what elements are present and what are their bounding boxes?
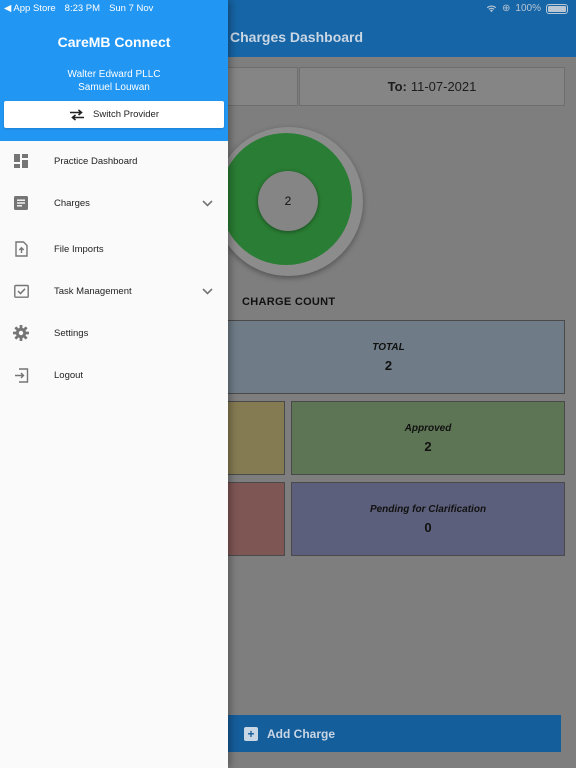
drawer-header: ◀ App Store 8:23 PM Sun 7 Nov CareMB Con… bbox=[0, 0, 228, 141]
status-time: 8:23 PM bbox=[64, 3, 101, 14]
orientation-lock-icon: ⊕ bbox=[502, 3, 511, 14]
logout-icon bbox=[13, 367, 29, 383]
menu-item-charges[interactable]: Charges bbox=[0, 183, 228, 223]
pending-card-value: 0 bbox=[424, 519, 432, 535]
status-date: Sun 7 Nov bbox=[109, 3, 154, 14]
from-date-field[interactable] bbox=[228, 67, 298, 106]
menu-item-practice-dashboard[interactable]: Practice Dashboard bbox=[0, 141, 228, 181]
menu-item-logout[interactable]: Logout bbox=[0, 355, 228, 395]
file-upload-icon bbox=[13, 241, 29, 257]
plus-icon: + bbox=[244, 726, 258, 741]
swap-arrows-icon bbox=[70, 108, 84, 121]
battery-icon bbox=[546, 3, 568, 14]
menu-label-task-management: Task Management bbox=[54, 285, 132, 297]
approved-card[interactable]: Approved 2 bbox=[291, 401, 565, 475]
task-check-icon bbox=[13, 283, 29, 299]
menu-item-file-imports[interactable]: File Imports bbox=[0, 229, 228, 269]
approved-card-label: Approved bbox=[404, 422, 452, 434]
page-title: Charges Dashboard bbox=[230, 29, 364, 45]
provider-name: Samuel Louwan bbox=[78, 82, 150, 93]
to-date-label: To: bbox=[387, 79, 407, 94]
charge-count-label: CHARGE COUNT bbox=[242, 296, 336, 308]
dashboard-icon bbox=[13, 153, 29, 169]
practice-name: Walter Edward PLLC bbox=[67, 69, 161, 80]
charges-icon bbox=[13, 195, 29, 211]
pending-card-label: Pending for Clarification bbox=[369, 503, 487, 515]
app-title: CareMB Connect bbox=[57, 34, 171, 50]
menu-label-logout: Logout bbox=[54, 369, 84, 381]
menu-item-task-management[interactable]: Task Management bbox=[0, 271, 228, 311]
charge-donut-center: 2 bbox=[258, 171, 318, 231]
total-card[interactable]: TOTAL 2 bbox=[212, 320, 565, 394]
add-charge-button[interactable]: + Add Charge bbox=[228, 715, 561, 752]
charge-donut-value: 2 bbox=[284, 194, 292, 208]
total-card-label: TOTAL bbox=[372, 341, 405, 353]
gear-icon bbox=[13, 325, 29, 341]
menu-label-settings: Settings bbox=[54, 327, 89, 339]
status-bar-right: ⊕ 100% bbox=[486, 3, 568, 14]
status-bar-left: ◀ App Store 8:23 PM Sun 7 Nov bbox=[4, 3, 153, 14]
menu-label-charges: Charges bbox=[54, 197, 90, 209]
wifi-icon bbox=[486, 5, 497, 13]
battery-percent: 100% bbox=[515, 3, 541, 14]
navigation-drawer: ◀ App Store 8:23 PM Sun 7 Nov CareMB Con… bbox=[0, 0, 228, 768]
back-to-app-store-link[interactable]: ◀ App Store bbox=[4, 3, 56, 14]
switch-provider-label: Switch Provider bbox=[93, 109, 159, 120]
switch-provider-button[interactable]: Switch Provider bbox=[4, 101, 224, 128]
to-date-field[interactable]: To: 11-07-2021 bbox=[299, 67, 565, 106]
approved-card-value: 2 bbox=[424, 438, 432, 454]
total-card-value: 2 bbox=[384, 357, 393, 373]
menu-label-file-imports: File Imports bbox=[54, 243, 104, 255]
to-date-value: 11-07-2021 bbox=[410, 79, 477, 94]
add-charge-label: Add Charge bbox=[267, 726, 336, 741]
menu-label-practice-dashboard: Practice Dashboard bbox=[54, 155, 138, 167]
pending-card[interactable]: Pending for Clarification 0 bbox=[291, 482, 565, 556]
menu-item-settings[interactable]: Settings bbox=[0, 313, 228, 353]
chevron-down-icon[interactable] bbox=[200, 284, 214, 298]
chevron-down-icon[interactable] bbox=[200, 196, 214, 210]
